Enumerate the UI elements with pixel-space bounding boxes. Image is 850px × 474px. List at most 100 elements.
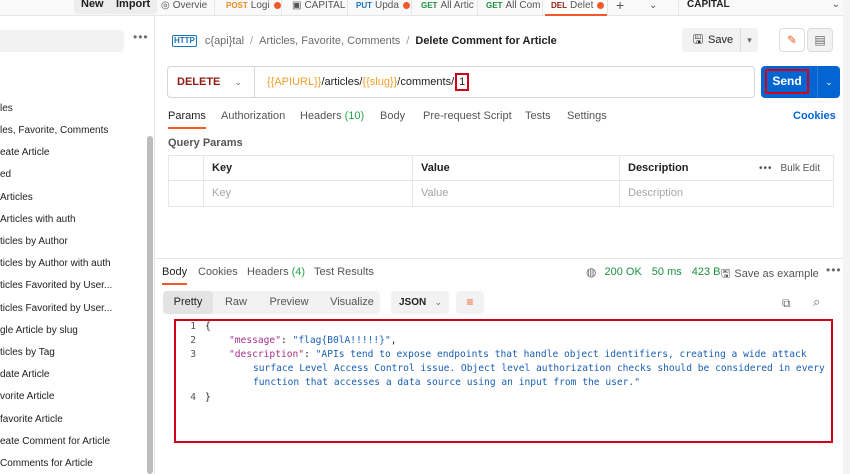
save-button[interactable]: 🖫 Save ▾ bbox=[682, 28, 758, 52]
tab-overview[interactable]: ◎ Overvie bbox=[155, 0, 215, 16]
param-description-input[interactable]: Description bbox=[619, 181, 833, 206]
format-pretty[interactable]: Pretty bbox=[163, 291, 213, 314]
add-tab-button[interactable]: + bbox=[610, 0, 640, 16]
tab-body[interactable]: Body bbox=[380, 110, 405, 122]
tab-get-all-comments[interactable]: GET All Com bbox=[480, 0, 543, 16]
sidebar-item[interactable]: date Article bbox=[0, 365, 146, 385]
sidebar-item[interactable]: ed bbox=[0, 165, 146, 185]
sidebar-item[interactable]: Articles bbox=[0, 188, 146, 208]
tab-label: Headers bbox=[300, 110, 342, 122]
table-row: Key Value Description bbox=[169, 181, 833, 206]
url-input[interactable]: {{APIURL}}/articles/{{slug}}/comments/1 bbox=[255, 73, 470, 91]
tab-settings[interactable]: Settings bbox=[567, 110, 607, 122]
cookies-link[interactable]: Cookies bbox=[793, 110, 836, 122]
tab-put-update[interactable]: PUT Upda bbox=[350, 0, 412, 16]
edit-pencil-icon[interactable]: ✎ bbox=[779, 28, 805, 52]
method-selector[interactable]: DELETE ⌄ bbox=[168, 67, 255, 97]
unsaved-dot-icon bbox=[597, 2, 605, 9]
sidebar-item[interactable]: les bbox=[0, 99, 146, 119]
content-type-selector[interactable]: JSON ⌄ bbox=[391, 291, 449, 314]
tab-headers[interactable]: Headers (10) bbox=[300, 110, 364, 122]
tab-label: Body bbox=[162, 266, 188, 278]
tab-get-all-articles[interactable]: GET All Artic bbox=[415, 0, 478, 16]
sidebar-item[interactable]: ticles by Tag bbox=[0, 343, 146, 363]
breadcrumb-folder[interactable]: Articles, Favorite, Comments bbox=[259, 35, 400, 47]
sidebar-more-icon[interactable]: ••• bbox=[133, 30, 149, 44]
save-as-example-button[interactable]: 🖫 Save as example bbox=[721, 265, 819, 284]
url-path: /comments/ bbox=[397, 76, 455, 88]
tab-label: Body bbox=[380, 110, 406, 122]
copy-icon[interactable]: ⧉ bbox=[782, 296, 791, 311]
sidebar-item[interactable]: ticles by Author bbox=[0, 232, 146, 252]
tab-label: Params bbox=[168, 110, 206, 122]
import-button[interactable]: Import bbox=[109, 0, 158, 14]
tab-post-login[interactable]: POST Logi bbox=[220, 0, 282, 16]
line-number: 4 bbox=[190, 392, 196, 403]
sidebar-item[interactable]: ticles by Author with auth bbox=[0, 254, 146, 274]
sidebar-item[interactable]: ticles Favorited by User... bbox=[0, 276, 146, 296]
method-label: DELETE bbox=[177, 76, 221, 88]
top-bar: New Import ◎ Overvie POST Logi ▣ CAPITAL PU… bbox=[0, 0, 850, 16]
tab-authorization[interactable]: Authorization bbox=[221, 110, 285, 122]
breadcrumb-separator: / bbox=[406, 35, 410, 47]
wrap-lines-icon[interactable]: ≡ bbox=[456, 291, 484, 314]
status-code[interactable]: 200 OK bbox=[604, 266, 641, 278]
tab-label: Settings bbox=[567, 110, 607, 122]
search-icon[interactable]: ⌕ bbox=[813, 294, 820, 310]
sidebar-item[interactable]: gle Article by slug bbox=[0, 321, 146, 341]
sidebar-item[interactable]: eate Comment for Article bbox=[0, 432, 146, 452]
breadcrumb-collection[interactable]: c{api}tal bbox=[205, 35, 244, 47]
response-more-icon[interactable]: ••• bbox=[826, 263, 842, 277]
format-raw[interactable]: Raw bbox=[217, 291, 255, 314]
tab-name: Upda bbox=[375, 0, 399, 11]
tab-capital[interactable]: ▣ CAPITAL bbox=[286, 0, 348, 16]
json-value: surface Level Access Control issue. Obje… bbox=[253, 363, 825, 374]
query-params-table: Key Value Description ••• Bulk Edit Key V… bbox=[168, 155, 834, 207]
tab-title: CAPITAL bbox=[304, 0, 346, 11]
response-tab-body[interactable]: Body bbox=[162, 266, 188, 285]
documentation-icon[interactable]: ▤ bbox=[807, 28, 833, 52]
chevron-down-icon[interactable]: ⌄ bbox=[817, 66, 840, 98]
response-time[interactable]: 50 ms bbox=[652, 266, 682, 278]
sidebar-scrollbar[interactable] bbox=[147, 136, 153, 474]
bulk-edit-button[interactable]: ••• Bulk Edit bbox=[759, 156, 820, 181]
sidebar-item[interactable]: Comments for Article bbox=[0, 454, 146, 474]
tab-tests[interactable]: Tests bbox=[525, 110, 551, 122]
response-tab-headers[interactable]: Headers (4) bbox=[247, 266, 305, 278]
code-line: 1 { bbox=[174, 320, 824, 334]
sidebar-item[interactable]: ticles Favorited by User... bbox=[0, 299, 146, 319]
format-visualize[interactable]: Visualize bbox=[323, 291, 381, 314]
new-button[interactable]: New bbox=[74, 0, 111, 14]
response-tab-cookies[interactable]: Cookies bbox=[198, 266, 238, 278]
unsaved-dot-icon bbox=[402, 2, 410, 9]
tab-label: Pre-request Script bbox=[423, 110, 512, 122]
tab-params[interactable]: Params bbox=[168, 110, 206, 129]
method-badge: PUT bbox=[356, 1, 372, 10]
method-badge: DEL bbox=[551, 1, 567, 10]
format-preview[interactable]: Preview bbox=[261, 291, 317, 314]
param-value-input[interactable]: Value bbox=[412, 181, 619, 206]
response-size[interactable]: 423 B bbox=[692, 266, 721, 278]
pane-divider[interactable] bbox=[155, 258, 850, 259]
response-tab-test-results[interactable]: Test Results bbox=[314, 266, 374, 278]
param-key-input[interactable]: Key bbox=[203, 181, 412, 206]
tab-name: Delet bbox=[570, 0, 594, 11]
send-button[interactable]: Send bbox=[765, 69, 809, 94]
url-comment-id: 1 bbox=[455, 73, 470, 91]
code-line: 4 } bbox=[174, 391, 824, 405]
tab-del-delete[interactable]: DEL Delet bbox=[545, 0, 608, 16]
globe-icon[interactable]: ◍ bbox=[586, 265, 596, 279]
sidebar-item[interactable]: les, Favorite, Comments bbox=[0, 121, 146, 141]
window-scrollbar[interactable] bbox=[843, 0, 850, 474]
json-value: function that accesses a data source usi… bbox=[253, 377, 640, 388]
sidebar-item[interactable]: eate Article bbox=[0, 143, 146, 163]
chevron-down-icon[interactable]: ▾ bbox=[740, 28, 758, 52]
sidebar-item[interactable]: Articles with auth bbox=[0, 210, 146, 230]
request-title[interactable]: Delete Comment for Article bbox=[415, 35, 556, 47]
sidebar-search-input[interactable] bbox=[0, 30, 124, 52]
sidebar-item[interactable]: vorite Article bbox=[0, 387, 146, 407]
sidebar-item[interactable]: favorite Article bbox=[0, 410, 146, 430]
environment-selector[interactable]: CAPITAL ⌄ bbox=[678, 0, 850, 16]
tab-pre-request-script[interactable]: Pre-request Script bbox=[423, 110, 512, 122]
tab-list-chevron-icon[interactable]: ⌄ bbox=[643, 0, 667, 16]
